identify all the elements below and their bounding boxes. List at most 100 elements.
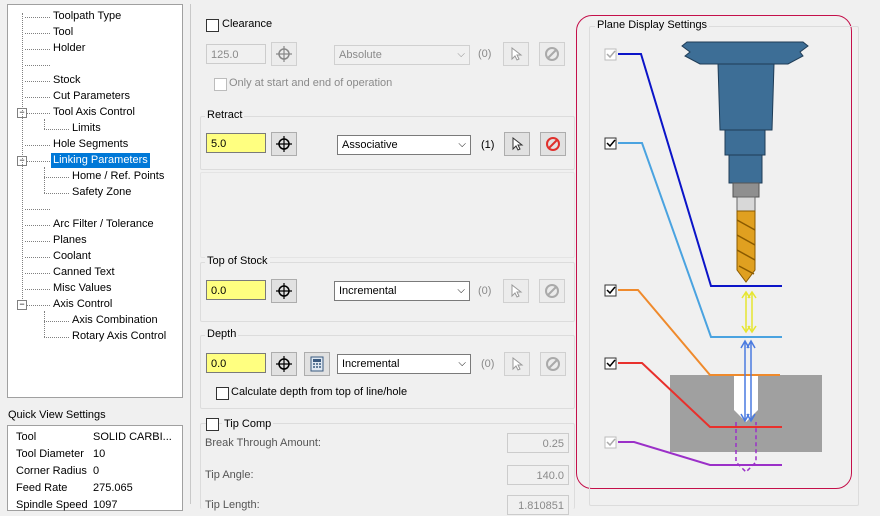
- top-of-stock-clear-button[interactable]: [539, 279, 565, 303]
- calc-depth-label: Calculate depth from top of line/hole: [231, 386, 408, 398]
- tree-item-axis-combination[interactable]: Axis Combination: [72, 313, 158, 328]
- clearance-mode-select[interactable]: Absolute ⌵: [334, 45, 470, 65]
- clearance-checkbox[interactable]: [206, 19, 219, 32]
- quick-view-key: Tool: [16, 431, 37, 443]
- top-of-stock-label: Top of Stock: [205, 255, 270, 267]
- tree-connector: [25, 49, 50, 50]
- tree-connector: [25, 241, 50, 242]
- tree-item-coolant[interactable]: Coolant: [53, 249, 91, 264]
- top-of-stock-select-button[interactable]: [503, 279, 529, 303]
- clearance-value-input[interactable]: 125.0: [206, 44, 266, 64]
- tree-connector: [44, 177, 69, 178]
- chevron-down-icon: ⌵: [458, 358, 466, 369]
- top-of-stock-value-input[interactable]: 0.0: [206, 280, 266, 300]
- depth-mode-select[interactable]: Incremental ⌵: [337, 354, 471, 374]
- top-of-stock-mode-select[interactable]: Incremental ⌵: [334, 281, 470, 301]
- tree-connector: [44, 321, 69, 322]
- plane-diagram: [604, 41, 822, 474]
- clearance-select-button[interactable]: [503, 42, 529, 66]
- depth-plane-checkbox[interactable]: [604, 357, 617, 370]
- tree-item-hole-segments[interactable]: Hole Segments: [53, 137, 128, 152]
- tip-length-input[interactable]: 1.810851: [507, 495, 569, 515]
- no-icon: [546, 137, 560, 151]
- retract-mode-value: Associative: [342, 139, 398, 151]
- depth-calculator-button[interactable]: [304, 352, 330, 376]
- tree-item-tool-axis-control[interactable]: Tool Axis Control: [53, 105, 135, 120]
- only-start-end-checkbox[interactable]: [214, 78, 227, 91]
- retract-value-input[interactable]: 5.0: [206, 133, 266, 153]
- depth-label: Depth: [205, 328, 239, 340]
- quick-view-value: 0: [93, 465, 100, 477]
- depth-value-input[interactable]: 0.0: [206, 353, 266, 373]
- no-icon: [545, 47, 559, 61]
- top-of-stock-count: (0): [478, 285, 492, 297]
- crosshair-icon: [276, 356, 292, 372]
- tree-connector: [25, 65, 50, 66]
- top-of-stock-plane-checkbox[interactable]: [604, 284, 617, 297]
- tree-connector: [44, 129, 69, 130]
- tree-item-linking-parameters[interactable]: Linking Parameters: [51, 153, 150, 168]
- tip-angle-input[interactable]: 140.0: [507, 465, 569, 485]
- retract-label: Retract: [205, 109, 245, 121]
- tree-connector: [25, 17, 50, 18]
- tip-plane-checkbox[interactable]: [604, 436, 617, 449]
- retract-crosshair-button[interactable]: [271, 132, 297, 156]
- retract-mode-select[interactable]: Associative ⌵: [337, 135, 471, 155]
- tree-item-misc-values[interactable]: Misc Values: [53, 281, 111, 296]
- tree-item-tool[interactable]: Tool: [53, 25, 73, 40]
- tree-item-cut-parameters[interactable]: Cut Parameters: [53, 89, 130, 104]
- retract-select-button[interactable]: [504, 132, 530, 156]
- top-of-stock-crosshair-button[interactable]: [271, 279, 297, 303]
- tree-item-stock[interactable]: Stock: [53, 73, 81, 88]
- no-icon: [545, 284, 559, 298]
- depth-crosshair-button[interactable]: [271, 352, 297, 376]
- tree-branch: [44, 119, 45, 129]
- clearance-clear-button[interactable]: [539, 42, 565, 66]
- chevron-down-icon: ⌵: [457, 285, 465, 296]
- tree-branch: [44, 167, 45, 193]
- tree-connector: [25, 81, 50, 82]
- quick-view-value: SOLID CARBI...: [93, 431, 172, 443]
- tree-item-home-ref-points[interactable]: Home / Ref. Points: [72, 169, 164, 184]
- break-through-input[interactable]: 0.25: [507, 433, 569, 453]
- tree-item-holder[interactable]: Holder: [53, 41, 85, 56]
- pointer-icon: [511, 47, 523, 61]
- quick-view-key: Corner Radius: [16, 465, 87, 477]
- tree-item-arc-filter-tolerance[interactable]: Arc Filter / Tolerance: [53, 217, 154, 232]
- crosshair-icon: [276, 283, 292, 299]
- tip-length-label: Tip Length:: [205, 499, 260, 511]
- tip-comp-checkbox[interactable]: [206, 418, 219, 431]
- tree-connector: [25, 113, 50, 114]
- clearance-label: Clearance: [222, 18, 273, 30]
- retract-count: (1): [481, 139, 495, 151]
- tree-item-canned-text[interactable]: Canned Text: [53, 265, 115, 280]
- tree-connector: [25, 97, 50, 98]
- tree-item-toolpath-type[interactable]: Toolpath Type: [53, 9, 121, 24]
- tree-connector: [25, 225, 50, 226]
- quick-view-value: 1097: [93, 499, 118, 511]
- depth-clear-button[interactable]: [540, 352, 566, 376]
- clearance-plane-checkbox[interactable]: [604, 48, 617, 61]
- top-of-stock-mode-value: Incremental: [339, 285, 397, 297]
- tree-item-planes[interactable]: Planes: [53, 233, 87, 248]
- calc-depth-checkbox[interactable]: [216, 387, 229, 400]
- collapse-icon[interactable]: −: [17, 300, 27, 310]
- tree-item-safety-zone[interactable]: Safety Zone: [72, 185, 131, 200]
- depth-select-button[interactable]: [504, 352, 530, 376]
- clearance-crosshair-button[interactable]: [271, 42, 297, 66]
- tip-comp-label: Tip Comp: [222, 418, 274, 430]
- tree-connector: [44, 193, 69, 194]
- tree-connector: [25, 209, 50, 210]
- tree-item-axis-control[interactable]: Axis Control: [53, 297, 112, 312]
- depth-mode-value: Incremental: [342, 358, 400, 370]
- tree-trunk: [22, 13, 23, 301]
- retract-plane-checkbox[interactable]: [604, 137, 617, 150]
- break-through-label: Break Through Amount:: [205, 437, 321, 449]
- chevron-down-icon: ⌵: [458, 139, 466, 150]
- tree-item-limits[interactable]: Limits: [72, 121, 101, 136]
- tree-branch: [44, 311, 45, 337]
- tree-item-rotary-axis-control[interactable]: Rotary Axis Control: [72, 329, 166, 344]
- pointer-icon: [511, 284, 523, 298]
- quick-view-key: Spindle Speed: [16, 499, 88, 511]
- retract-clear-button[interactable]: [540, 132, 566, 156]
